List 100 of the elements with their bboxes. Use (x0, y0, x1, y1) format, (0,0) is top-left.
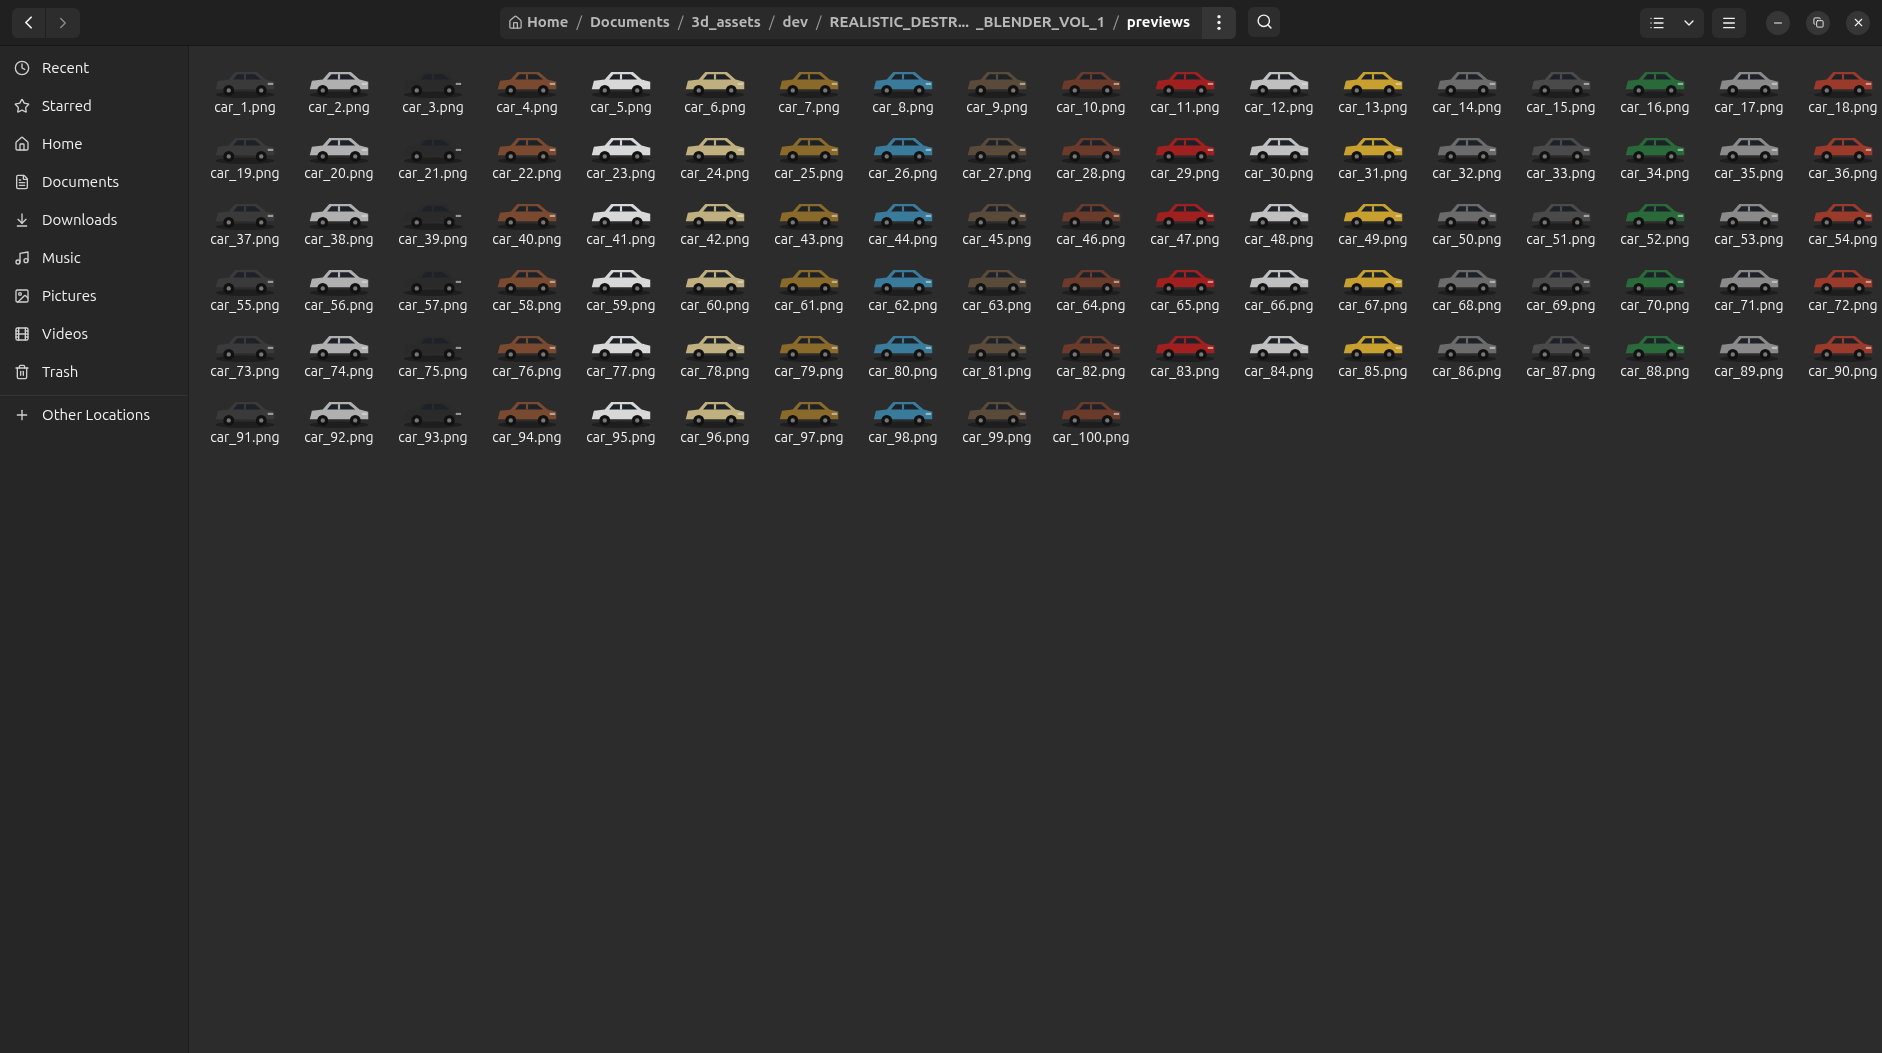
file-name[interactable]: car_66.png (1234, 297, 1324, 314)
file-name[interactable]: car_99.png (952, 429, 1042, 446)
file-name[interactable]: car_20.png (294, 165, 384, 182)
file-name[interactable]: car_83.png (1140, 363, 1230, 380)
file-name[interactable]: car_93.png (388, 429, 478, 446)
file-name[interactable]: car_25.png (764, 165, 854, 182)
file-name[interactable]: car_48.png (1234, 231, 1324, 248)
file-name[interactable]: car_76.png (482, 363, 572, 380)
file-name[interactable]: car_40.png (482, 231, 572, 248)
file-name[interactable]: car_96.png (670, 429, 760, 446)
file-name[interactable]: car_37.png (200, 231, 290, 248)
file-name[interactable]: car_79.png (764, 363, 854, 380)
file-name[interactable]: car_46.png (1046, 231, 1136, 248)
file-name[interactable]: car_26.png (858, 165, 948, 182)
sidebar-item[interactable]: Trash (0, 353, 188, 391)
file-name[interactable]: car_65.png (1140, 297, 1230, 314)
file-name[interactable]: car_2.png (294, 99, 384, 116)
file-name[interactable]: car_31.png (1328, 165, 1418, 182)
file-name[interactable]: car_73.png (200, 363, 290, 380)
sidebar-item[interactable]: Other Locations (0, 396, 188, 434)
path-crumb[interactable]: 3d_assets (691, 11, 761, 34)
file-name[interactable]: car_41.png (576, 231, 666, 248)
file-name[interactable]: car_24.png (670, 165, 760, 182)
file-name[interactable]: car_74.png (294, 363, 384, 380)
file-name[interactable]: car_18.png (1798, 99, 1882, 116)
file-name[interactable]: car_9.png (952, 99, 1042, 116)
file-name[interactable]: car_6.png (670, 99, 760, 116)
file-name[interactable]: car_13.png (1328, 99, 1418, 116)
sidebar-item[interactable]: Starred (0, 87, 188, 125)
file-name[interactable]: car_5.png (576, 99, 666, 116)
file-name[interactable]: car_60.png (670, 297, 760, 314)
file-name[interactable]: car_63.png (952, 297, 1042, 314)
file-name[interactable]: car_70.png (1610, 297, 1700, 314)
file-name[interactable]: car_27.png (952, 165, 1042, 182)
file-name[interactable]: car_28.png (1046, 165, 1136, 182)
file-name[interactable]: car_51.png (1516, 231, 1606, 248)
file-name[interactable]: car_94.png (482, 429, 572, 446)
file-name[interactable]: car_43.png (764, 231, 854, 248)
file-name[interactable]: car_88.png (1610, 363, 1700, 380)
path-crumb[interactable]: dev (782, 11, 809, 34)
file-name[interactable]: car_4.png (482, 99, 572, 116)
sidebar-item[interactable]: Home (0, 125, 188, 163)
file-name[interactable]: car_12.png (1234, 99, 1324, 116)
path-menu-button[interactable] (1202, 6, 1237, 39)
file-name[interactable]: car_71.png (1704, 297, 1794, 314)
sidebar-item[interactable]: Recent (0, 49, 188, 87)
file-name[interactable]: car_78.png (670, 363, 760, 380)
file-name[interactable]: car_58.png (482, 297, 572, 314)
search-button[interactable] (1248, 6, 1281, 37)
file-name[interactable]: car_97.png (764, 429, 854, 446)
file-name[interactable]: car_7.png (764, 99, 854, 116)
file-name[interactable]: car_89.png (1704, 363, 1794, 380)
file-name[interactable]: car_16.png (1610, 99, 1700, 116)
file-name[interactable]: car_62.png (858, 297, 948, 314)
file-name[interactable]: car_33.png (1516, 165, 1606, 182)
file-name[interactable]: car_75.png (388, 363, 478, 380)
file-name[interactable]: car_90.png (1798, 363, 1882, 380)
file-name[interactable]: car_29.png (1140, 165, 1230, 182)
file-name[interactable]: car_47.png (1140, 231, 1230, 248)
sidebar-item[interactable]: Music (0, 239, 188, 277)
path-crumb[interactable]: Documents (589, 11, 670, 34)
file-name[interactable]: car_1.png (200, 99, 290, 116)
file-name[interactable]: car_53.png (1704, 231, 1794, 248)
file-name[interactable]: car_69.png (1516, 297, 1606, 314)
file-name[interactable]: car_19.png (200, 165, 290, 182)
path-crumb[interactable]: REALISTIC_DESTR... _BLENDER_VOL_1 (829, 11, 1106, 34)
file-name[interactable]: car_14.png (1422, 99, 1512, 116)
path-crumb[interactable]: Home (507, 11, 569, 34)
file-name[interactable]: car_100.png (1046, 429, 1136, 446)
file-name[interactable]: car_80.png (858, 363, 948, 380)
file-name[interactable]: car_82.png (1046, 363, 1136, 380)
file-name[interactable]: car_77.png (576, 363, 666, 380)
file-name[interactable]: car_45.png (952, 231, 1042, 248)
file-name[interactable]: car_61.png (764, 297, 854, 314)
file-name[interactable]: car_22.png (482, 165, 572, 182)
menu-button[interactable] (1712, 7, 1746, 38)
file-name[interactable]: car_56.png (294, 297, 384, 314)
file-name[interactable]: car_21.png (388, 165, 478, 182)
minimize-button[interactable] (1766, 10, 1790, 35)
file-name[interactable]: car_49.png (1328, 231, 1418, 248)
file-name[interactable]: car_52.png (1610, 231, 1700, 248)
sidebar-item[interactable]: Pictures (0, 277, 188, 315)
file-name[interactable]: car_87.png (1516, 363, 1606, 380)
file-name[interactable]: car_72.png (1798, 297, 1882, 314)
file-name[interactable]: car_54.png (1798, 231, 1882, 248)
file-name[interactable]: car_85.png (1328, 363, 1418, 380)
file-name[interactable]: car_95.png (576, 429, 666, 446)
file-name[interactable]: car_42.png (670, 231, 760, 248)
file-name[interactable]: car_34.png (1610, 165, 1700, 182)
file-name[interactable]: car_15.png (1516, 99, 1606, 116)
file-name[interactable]: car_59.png (576, 297, 666, 314)
file-name[interactable]: car_10.png (1046, 99, 1136, 116)
sidebar-item[interactable]: Documents (0, 163, 188, 201)
file-name[interactable]: car_32.png (1422, 165, 1512, 182)
file-name[interactable]: car_11.png (1140, 99, 1230, 116)
path-crumb[interactable]: previews (1126, 11, 1191, 34)
file-name[interactable]: car_36.png (1798, 165, 1882, 182)
file-name[interactable]: car_57.png (388, 297, 478, 314)
file-name[interactable]: car_92.png (294, 429, 384, 446)
file-name[interactable]: car_35.png (1704, 165, 1794, 182)
